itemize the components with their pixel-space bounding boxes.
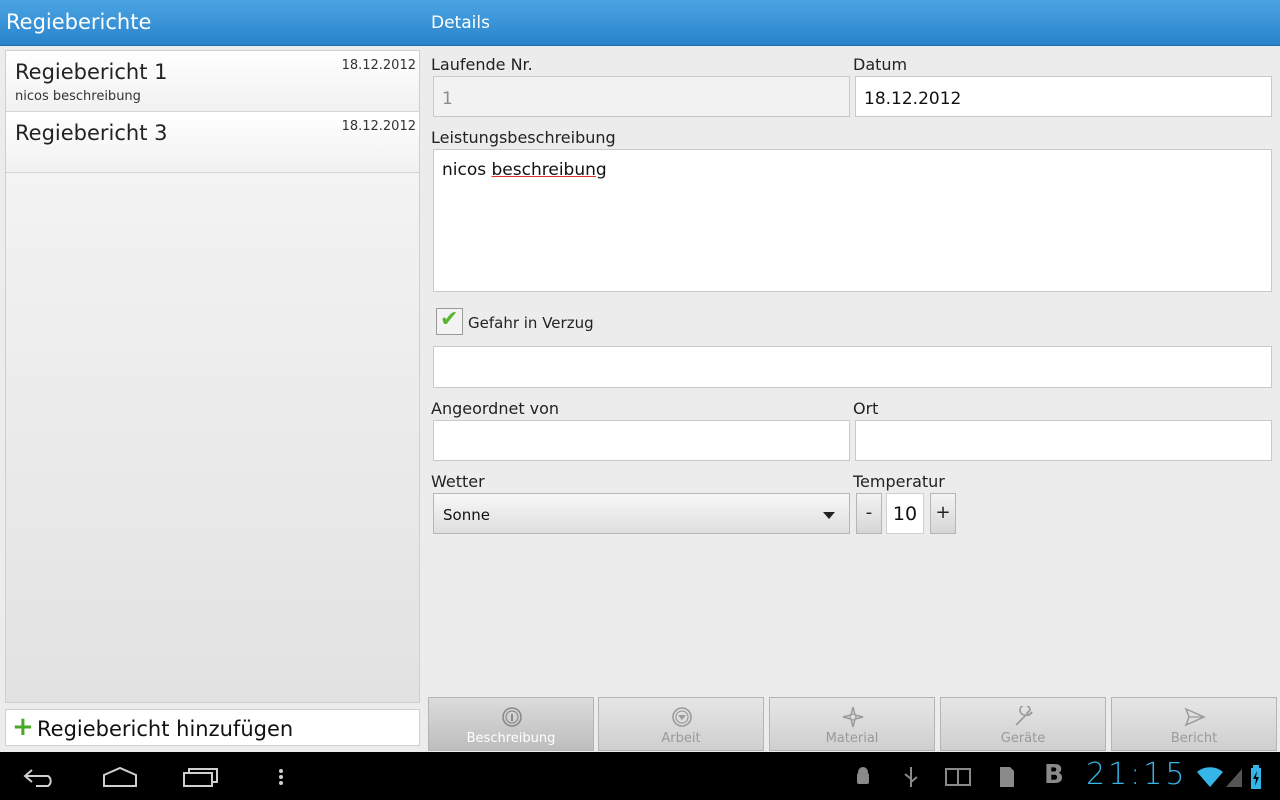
tab-label: Beschreibung	[466, 731, 556, 746]
tab-label: Bericht	[1170, 731, 1218, 746]
laufende-nr-field: 1	[433, 76, 850, 117]
back-icon[interactable]	[22, 766, 58, 788]
action-bar: Regieberichte Details	[0, 0, 1280, 46]
temp-minus-button[interactable]: -	[856, 493, 882, 534]
tab-label: Geräte	[1000, 731, 1046, 746]
checkmark-icon: ✔	[440, 307, 459, 332]
leistung-textarea[interactable]: nicos beschreibung	[433, 149, 1272, 292]
list-title: Regieberichte	[6, 10, 152, 34]
wrench-icon	[1015, 706, 1033, 726]
sd-card-icon	[1000, 767, 1014, 787]
tab-label: Arbeit	[661, 731, 701, 746]
leistung-word-1: nicos	[442, 160, 487, 180]
plus-icon: +	[12, 712, 34, 742]
list-item-date: 18.12.2012	[341, 119, 416, 134]
signal-icon	[1226, 769, 1242, 787]
list-item[interactable]: Regiebericht 3 18.12.2012	[6, 112, 419, 173]
b-status-icon: B	[1044, 760, 1064, 790]
clock: 21:15	[1086, 757, 1188, 792]
dropdown-arrow-icon	[823, 512, 835, 519]
report-list: Regiebericht 1 nicos beschreibung 18.12.…	[5, 50, 420, 703]
info-icon	[502, 707, 522, 727]
list-item[interactable]: Regiebericht 1 nicos beschreibung 18.12.…	[6, 51, 419, 112]
leistung-word-2: beschreibung	[491, 160, 607, 180]
list-item-title: Regiebericht 3	[15, 121, 168, 145]
angeordnet-label: Angeordnet von	[431, 399, 560, 418]
tab-geraete[interactable]: Geräte	[940, 697, 1106, 751]
wifi-icon	[1197, 767, 1223, 787]
wetter-label: Wetter	[431, 472, 485, 491]
compass-icon	[842, 706, 864, 728]
send-icon	[1184, 707, 1206, 727]
overflow-menu-icon[interactable]	[276, 768, 286, 786]
gefahr-text-field[interactable]	[433, 346, 1272, 388]
ort-field[interactable]	[855, 420, 1272, 461]
add-report-button[interactable]: + Regiebericht hinzufügen	[5, 709, 420, 746]
gefahr-label: Gefahr in Verzug	[468, 314, 594, 332]
temperatur-label: Temperatur	[853, 472, 945, 491]
wetter-value: Sonne	[443, 506, 490, 524]
tab-bericht[interactable]: Bericht	[1111, 697, 1277, 751]
tab-arbeit[interactable]: Arbeit	[598, 697, 764, 751]
usb-icon	[904, 767, 918, 787]
angeordnet-field[interactable]	[433, 420, 850, 461]
wetter-select[interactable]: Sonne	[433, 493, 850, 534]
laufende-nr-label: Laufende Nr.	[431, 55, 533, 74]
list-item-title: Regiebericht 1	[15, 60, 168, 84]
gefahr-checkbox[interactable]: ✔	[436, 307, 463, 335]
temp-plus-button[interactable]: +	[930, 493, 956, 534]
home-icon[interactable]	[100, 766, 140, 788]
laufende-nr-value: 1	[442, 89, 453, 109]
ort-label: Ort	[853, 399, 879, 418]
details-title: Details	[431, 13, 490, 33]
mirror-icon	[945, 768, 971, 786]
leistung-label: Leistungsbeschreibung	[431, 128, 616, 147]
tab-label: Material	[825, 731, 879, 746]
list-item-date: 18.12.2012	[341, 58, 416, 73]
battery-icon	[1251, 765, 1261, 789]
add-report-label: Regiebericht hinzufügen	[37, 717, 294, 741]
tab-material[interactable]: Material	[769, 697, 935, 751]
tab-beschreibung[interactable]: Beschreibung	[428, 697, 594, 751]
android-debug-icon	[857, 767, 869, 784]
recent-apps-icon[interactable]	[182, 766, 220, 788]
datum-label: Datum	[853, 55, 908, 74]
temp-value[interactable]: 10	[886, 493, 924, 534]
arrow-down-circle-icon	[672, 707, 692, 727]
list-item-subtitle: nicos beschreibung	[15, 89, 141, 104]
datum-field[interactable]: 18.12.2012	[855, 76, 1272, 117]
datum-value: 18.12.2012	[864, 89, 962, 109]
